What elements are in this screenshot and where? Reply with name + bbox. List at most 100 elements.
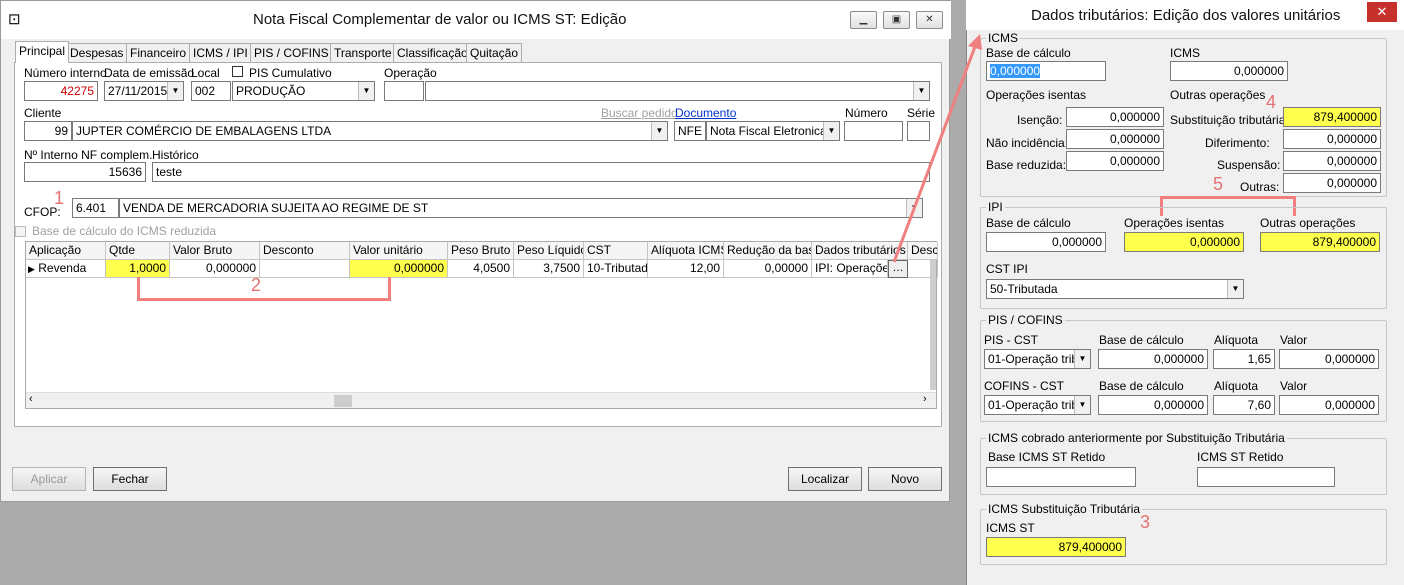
grid-cell-qtde[interactable]: 1,0000: [106, 260, 170, 278]
grid-header-aplicacao[interactable]: Aplicação: [26, 242, 106, 260]
scroll-thumb[interactable]: [334, 395, 352, 407]
cst-ipi-select[interactable]: 50-Tributada ▼: [986, 279, 1244, 299]
grid-header-valor-bruto[interactable]: Valor Bruto: [170, 242, 260, 260]
chevron-down-icon[interactable]: ▼: [1074, 350, 1090, 368]
pis-aliquota-field[interactable]: 1,65: [1213, 349, 1275, 369]
chevron-down-icon[interactable]: ▼: [358, 82, 374, 100]
novo-button[interactable]: Novo: [868, 467, 942, 491]
horizontal-scrollbar[interactable]: ‹ ›: [26, 392, 936, 408]
close-button[interactable]: ✕: [916, 11, 943, 29]
documento-link[interactable]: Documento: [675, 106, 736, 120]
scroll-left-icon[interactable]: ‹: [29, 393, 33, 405]
cofins-base-field[interactable]: 0,000000: [1098, 395, 1208, 415]
diferimento-field[interactable]: 0,000000: [1283, 129, 1381, 149]
tab-principal[interactable]: Principal: [15, 41, 70, 63]
buscar-pedido-link[interactable]: Buscar pedido: [601, 106, 678, 120]
grid-header-qtde[interactable]: Qtde: [106, 242, 170, 260]
grid-header-reducao-base[interactable]: Redução da base: [724, 242, 812, 260]
icms-st-field[interactable]: 879,400000: [986, 537, 1126, 557]
icms-st-group-title: ICMS Substituição Tributária: [986, 502, 1143, 516]
cfop-code-field[interactable]: 6.401: [72, 198, 119, 218]
maximize-button[interactable]: ▣: [883, 11, 910, 29]
tab-quitacao[interactable]: Quitação: [466, 43, 523, 62]
grid-header-peso-bruto[interactable]: Peso Bruto: [448, 242, 514, 260]
grid-header-desconto[interactable]: Desconto: [260, 242, 350, 260]
grid-cell-cst[interactable]: 10-Tributada: [584, 260, 648, 278]
chevron-down-icon[interactable]: ▼: [823, 122, 839, 140]
tab-despesas[interactable]: Despesas: [66, 43, 128, 62]
operacao-select[interactable]: ▼: [425, 81, 930, 101]
documento-code-field[interactable]: NFE: [674, 121, 706, 141]
base-reduzida-checkbox[interactable]: [15, 226, 26, 237]
aplicar-button[interactable]: Aplicar: [12, 467, 86, 491]
isencao-field[interactable]: 0,000000: [1066, 107, 1164, 127]
icms-outras-label: Outras operações: [1170, 88, 1266, 102]
operacao-code-field[interactable]: [384, 81, 424, 101]
grid-cell-peso-liquido[interactable]: 3,7500: [514, 260, 584, 278]
cofins-valor-field[interactable]: 0,000000: [1279, 395, 1379, 415]
grid-cell-valor-unitario[interactable]: 0,000000: [350, 260, 448, 278]
minimize-button[interactable]: ▁: [850, 11, 877, 29]
cliente-name-select[interactable]: JUPTER COMÉRCIO DE EMBALAGENS LTDA ▼: [72, 121, 668, 141]
icms-st-retido-field[interactable]: [1197, 467, 1335, 487]
nao-incidencia-field[interactable]: 0,000000: [1066, 129, 1164, 149]
chevron-down-icon[interactable]: ▼: [1074, 396, 1090, 414]
pis-cst-select[interactable]: 01-Operação tribu ▼: [984, 349, 1091, 369]
grid-cell-dados-tributarios[interactable]: IPI: Operações: [812, 260, 888, 278]
cfop-select[interactable]: VENDA DE MERCADORIA SUJEITA AO REGIME DE…: [119, 198, 923, 218]
grid-cell-peso-bruto[interactable]: 4,0500: [448, 260, 514, 278]
grid-cell-desconto[interactable]: [260, 260, 350, 278]
chevron-down-icon[interactable]: ▼: [651, 122, 667, 140]
grid-cell-aliquota-icms[interactable]: 12,00: [648, 260, 724, 278]
grid-cell-reducao-base[interactable]: 0,00000: [724, 260, 812, 278]
pis-cst-label: PIS - CST: [984, 333, 1039, 347]
pis-cumulativo-checkbox[interactable]: [232, 66, 243, 77]
data-emissao-field[interactable]: 27/11/2015 ▼: [104, 81, 184, 101]
base-reduzida-icms-field[interactable]: 0,000000: [1066, 151, 1164, 171]
cofins-cst-select[interactable]: 01-Operação tribu ▼: [984, 395, 1091, 415]
tab-icms-ipi[interactable]: ICMS / IPI: [189, 43, 252, 62]
fechar-button[interactable]: Fechar: [93, 467, 167, 491]
tab-pis-cofins[interactable]: PIS / COFINS: [250, 43, 333, 62]
grid-cell-valor-bruto[interactable]: 0,000000: [170, 260, 260, 278]
cliente-code-field[interactable]: 99: [24, 121, 72, 141]
n-interno-nf-field[interactable]: 15636: [24, 162, 146, 182]
vertical-scrollbar[interactable]: [930, 260, 936, 390]
historico-field[interactable]: teste: [152, 162, 930, 182]
suspensao-field[interactable]: 0,000000: [1283, 151, 1381, 171]
icms-value-field[interactable]: 0,000000: [1170, 61, 1288, 81]
tab-classificacao[interactable]: Classificação: [393, 43, 472, 62]
chevron-down-icon[interactable]: ▼: [167, 82, 183, 100]
subst-tributaria-field[interactable]: 879,400000: [1283, 107, 1381, 127]
icms-st-retido-label: ICMS ST Retido: [1197, 450, 1284, 464]
grid-header-peso-liquido[interactable]: Peso Líquido: [514, 242, 584, 260]
numero-interno-field[interactable]: 42275: [24, 81, 98, 101]
tab-transporte[interactable]: Transporte: [330, 43, 396, 62]
diferimento-label: Diferimento:: [1205, 136, 1270, 150]
cofins-aliquota-field[interactable]: 7,60: [1213, 395, 1275, 415]
local-code-field[interactable]: 002: [191, 81, 231, 101]
pis-base-field[interactable]: 0,000000: [1098, 349, 1208, 369]
grid-cell-aplicacao[interactable]: ▶ Revenda: [26, 260, 106, 278]
grid-header-cst[interactable]: CST: [584, 242, 648, 260]
local-name-value: PRODUÇÃO: [236, 84, 306, 98]
outras-icms-field[interactable]: 0,000000: [1283, 173, 1381, 193]
ipi-outras-field[interactable]: 879,400000: [1260, 232, 1380, 252]
local-name-select[interactable]: PRODUÇÃO ▼: [232, 81, 375, 101]
grid-header-valor-unitario[interactable]: Valor unitário: [350, 242, 448, 260]
grid-header-aliquota-icms[interactable]: Alíquota ICMS: [648, 242, 724, 260]
ipi-isentas-label: Operações isentas: [1124, 216, 1225, 230]
scroll-right-icon[interactable]: ›: [923, 393, 927, 405]
tax-close-button[interactable]: ✕: [1367, 2, 1397, 22]
chevron-down-icon[interactable]: ▼: [1227, 280, 1243, 298]
tab-financeiro[interactable]: Financeiro: [126, 43, 191, 62]
ipi-isentas-field[interactable]: 0,000000: [1124, 232, 1244, 252]
pis-valor-field[interactable]: 0,000000: [1279, 349, 1379, 369]
icms-base-field[interactable]: 0,000000: [986, 61, 1106, 81]
n-interno-nf-label: Nº Interno NF complem.: [24, 148, 153, 162]
cfop-desc-value: VENDA DE MERCADORIA SUJEITA AO REGIME DE…: [123, 201, 429, 215]
documento-select[interactable]: Nota Fiscal Eletronica ▼: [706, 121, 840, 141]
base-icms-st-retido-field[interactable]: [986, 467, 1136, 487]
localizar-button[interactable]: Localizar: [788, 467, 862, 491]
ipi-base-field[interactable]: 0,000000: [986, 232, 1106, 252]
